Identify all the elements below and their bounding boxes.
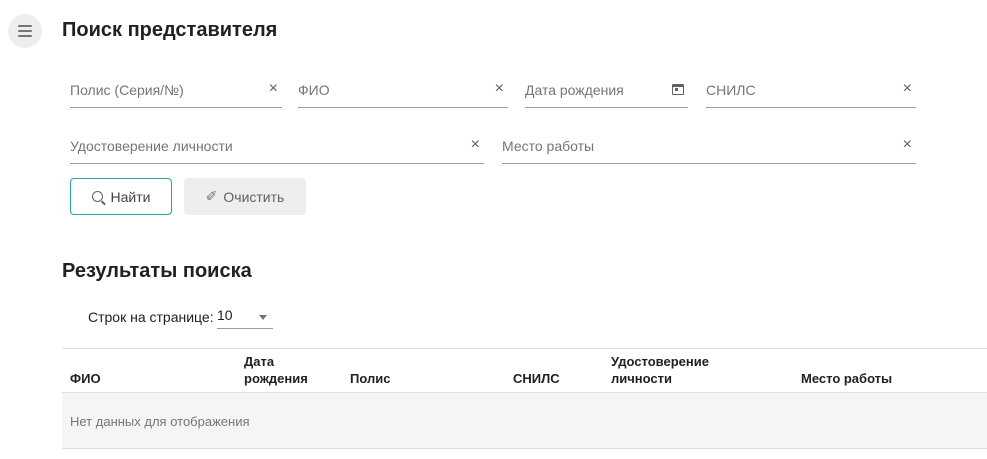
clear-fio-icon[interactable]: × xyxy=(495,81,504,97)
clear-policy-icon[interactable]: × xyxy=(269,81,278,97)
identity-doc-input[interactable] xyxy=(70,138,484,154)
find-button[interactable]: Найти xyxy=(70,178,172,215)
menu-line xyxy=(18,30,32,32)
column-fio[interactable]: ФИО xyxy=(70,370,101,387)
fio-input[interactable] xyxy=(298,82,508,98)
menu-line xyxy=(18,25,32,27)
column-snils[interactable]: СНИЛС xyxy=(513,370,560,387)
clear-button[interactable]: ✐ Очистить xyxy=(184,178,306,215)
rows-per-page-select[interactable]: 10 xyxy=(217,304,273,329)
snils-input[interactable] xyxy=(706,82,916,98)
table-header: ФИО Дата рождения Полис СНИЛС Удостовере… xyxy=(62,348,987,393)
column-policy[interactable]: Полис xyxy=(350,370,390,387)
empty-row: Нет данных для отображения xyxy=(62,393,987,449)
chevron-down-icon xyxy=(259,315,267,320)
results-title: Результаты поиска xyxy=(62,260,252,282)
snils-field[interactable]: × xyxy=(706,74,916,108)
column-identity[interactable]: Удостоверение личности xyxy=(611,353,709,387)
clear-workplace-icon[interactable]: × xyxy=(903,137,912,153)
clear-snils-icon[interactable]: × xyxy=(903,81,912,97)
policy-input[interactable] xyxy=(70,82,282,98)
rows-per-page-label: Строк на странице: xyxy=(88,309,214,325)
clear-identity-doc-icon[interactable]: × xyxy=(471,137,480,153)
empty-message: Нет данных для отображения xyxy=(70,414,250,429)
workplace-input[interactable] xyxy=(502,138,916,154)
search-icon xyxy=(91,191,103,202)
calendar-icon[interactable] xyxy=(672,84,684,95)
rows-per-page-value: 10 xyxy=(217,307,233,323)
column-birth-date[interactable]: Дата рождения xyxy=(244,353,308,387)
page-title: Поиск представителя xyxy=(62,19,278,41)
column-workplace[interactable]: Место работы xyxy=(801,370,892,387)
birth-date-field[interactable] xyxy=(525,74,688,108)
broom-icon: ✐ xyxy=(205,188,218,204)
policy-field[interactable]: × xyxy=(70,74,282,108)
column-birth-date-line1: Дата xyxy=(244,354,275,369)
column-identity-line2: личности xyxy=(611,371,673,386)
column-birth-date-line2: рождения xyxy=(244,371,308,386)
results-table: ФИО Дата рождения Полис СНИЛС Удостовере… xyxy=(62,348,987,449)
birth-date-input[interactable] xyxy=(525,82,688,98)
menu-icon[interactable] xyxy=(8,14,42,48)
find-button-label: Найти xyxy=(110,188,151,205)
menu-line xyxy=(18,35,32,37)
clear-button-label: Очистить xyxy=(223,188,285,205)
workplace-field[interactable]: × xyxy=(502,130,916,164)
column-identity-line1: Удостоверение xyxy=(611,354,709,369)
fio-field[interactable]: × xyxy=(298,74,508,108)
identity-doc-field[interactable]: × xyxy=(70,130,484,164)
